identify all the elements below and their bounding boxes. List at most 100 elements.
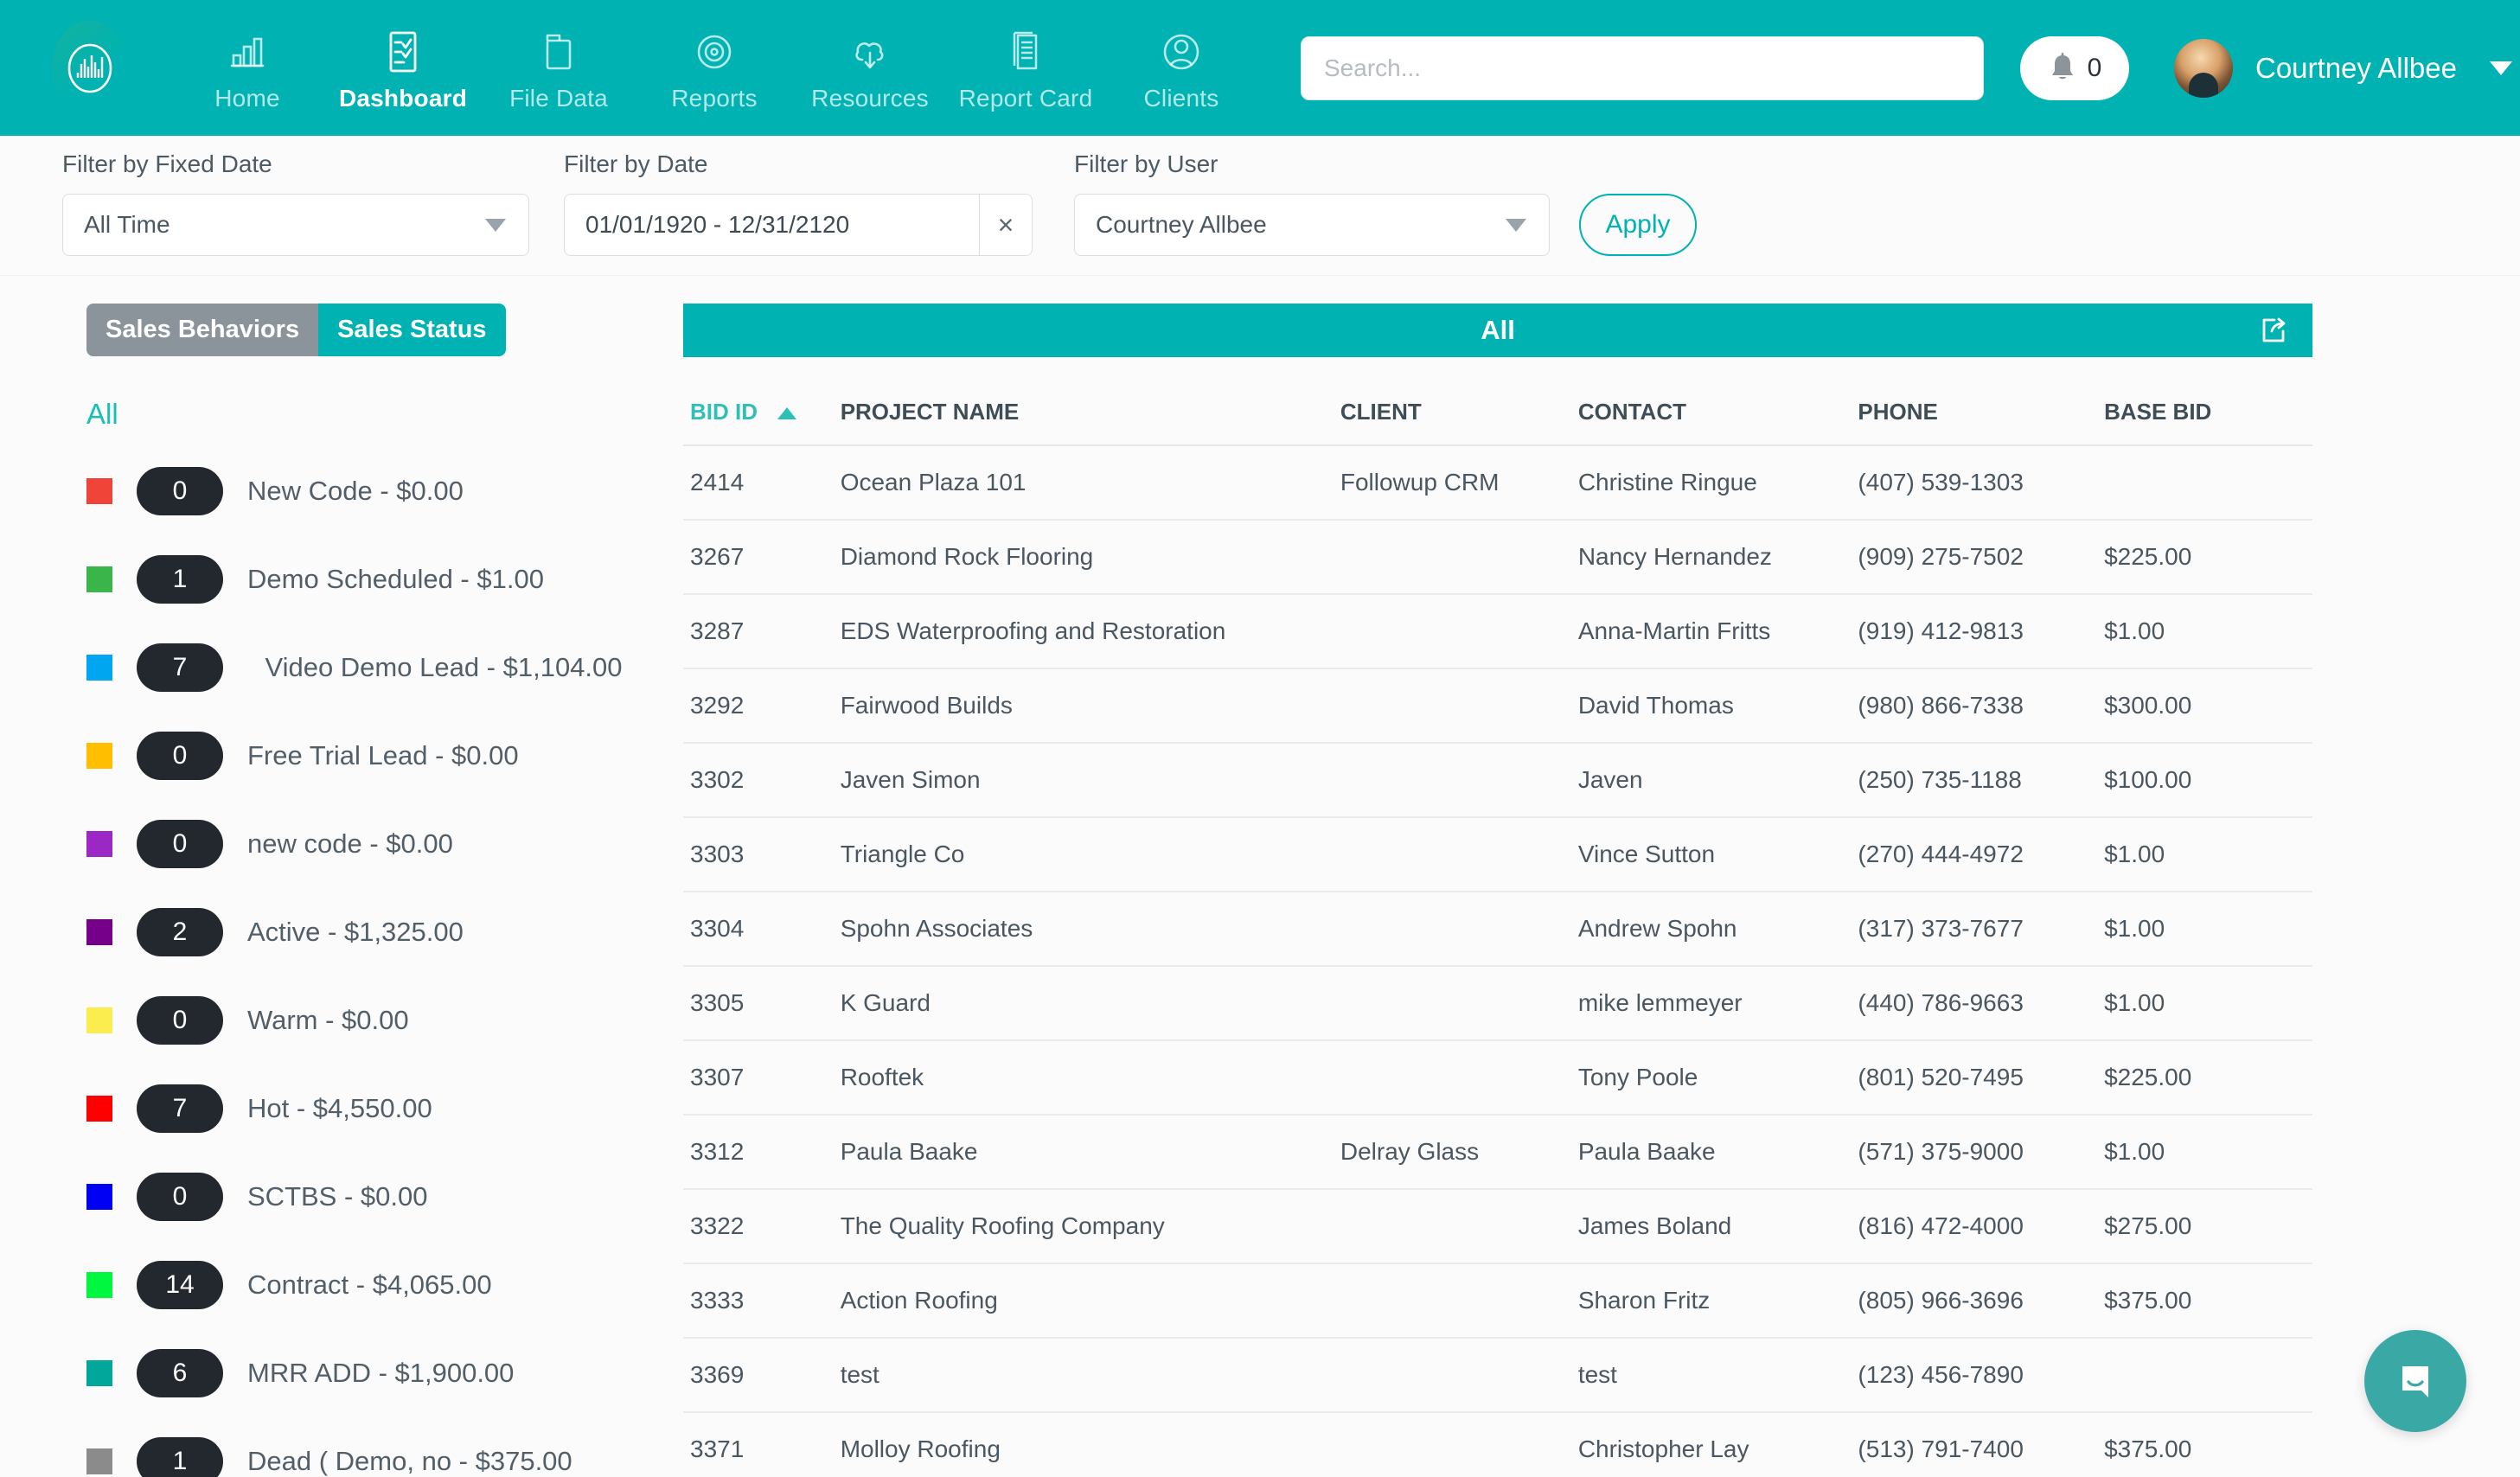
legend-count-badge: 7 — [137, 1084, 223, 1133]
cell-bid: 3307 — [683, 1040, 841, 1116]
legend-item[interactable]: 7 Hot - $4,550.00 — [86, 1084, 640, 1133]
cell-phone: (250) 735-1188 — [1858, 743, 2105, 818]
nav-item-clients[interactable]: Clients — [1103, 23, 1259, 112]
legend-item-label: MRR ADD - $1,900.00 — [247, 1358, 515, 1389]
table-row[interactable]: 3322 The Quality Roofing Company James Bol… — [683, 1189, 2312, 1264]
table-row[interactable]: 3292 Fairwood Builds David Thomas (980) 866… — [683, 668, 2312, 744]
column-header-contact[interactable]: CONTACT — [1577, 357, 1858, 446]
cell-base: $275.00 — [2104, 1189, 2312, 1264]
cell-phone: (407) 539-1303 — [1858, 445, 2105, 521]
cell-base — [2104, 445, 2312, 521]
apply-filters-button[interactable]: Apply — [1579, 194, 1697, 256]
bar-chart-circle-logo-icon — [67, 43, 112, 93]
nav-item-label: Dashboard — [338, 85, 468, 112]
cell-bid: 3333 — [683, 1263, 841, 1339]
table-row[interactable]: 3304 Spohn Associates Andrew Spohn (317) 37… — [683, 892, 2312, 967]
legend-item[interactable]: 0 Warm - $0.00 — [86, 996, 640, 1045]
cell-contact: Vince Sutton — [1577, 817, 1858, 892]
table-row[interactable]: 3307 Rooftek Tony Poole (801) 520-7495 $225.… — [683, 1040, 2312, 1116]
cell-base: $1.00 — [2104, 817, 2312, 892]
cell-client — [1340, 817, 1578, 892]
notifications-button[interactable]: 0 — [2020, 35, 2129, 100]
tab-sales-status[interactable]: Sales Status — [318, 304, 506, 356]
filter-date-input[interactable]: 01/01/1920 - 12/31/2120 — [564, 194, 979, 256]
legend-item-label: Video Demo Lead - $1,104.00 — [265, 652, 623, 683]
cell-client — [1340, 1263, 1578, 1339]
table-row[interactable]: 3303 Triangle Co Vince Sutton (270) 444-497… — [683, 817, 2312, 892]
filter-fixed-date-select[interactable]: All Time — [62, 194, 529, 256]
legend-item[interactable]: 0 new code - $0.00 — [86, 820, 640, 868]
cell-contact: David Thomas — [1577, 668, 1858, 744]
user-menu[interactable]: Courtney Allbee — [2174, 38, 2512, 98]
legend-item-label: Demo Scheduled - $1.00 — [247, 564, 544, 595]
legend-item[interactable]: 0 New Code - $0.00 — [86, 467, 640, 515]
legend-all-link[interactable]: All — [86, 398, 640, 431]
cell-project: Paula Baake — [840, 1115, 1340, 1190]
table-row[interactable]: 3369 test test (123) 456-7890 — [683, 1338, 2312, 1413]
cell-base: $1.00 — [2104, 966, 2312, 1041]
cloud-download-icon — [847, 27, 892, 77]
table-row[interactable]: 3302 Javen Simon Javen (250) 735-1188 $100.0… — [683, 743, 2312, 818]
legend-item[interactable]: 6 MRR ADD - $1,900.00 — [86, 1349, 640, 1397]
cell-client — [1340, 1040, 1578, 1116]
table-row[interactable]: 3312 Paula Baake Delray Glass Paula Baake (5… — [683, 1115, 2312, 1190]
legend-color-swatch — [86, 919, 112, 945]
table-row[interactable]: 3333 Action Roofing Sharon Fritz (805) 966-… — [683, 1263, 2312, 1339]
nav-item-reports[interactable]: Reports — [636, 23, 792, 112]
column-header-bid-id[interactable]: BID ID — [683, 357, 841, 446]
folder-icon — [538, 27, 579, 77]
chat-bubble-icon — [2402, 1366, 2428, 1397]
cell-project: Molloy Roofing — [840, 1412, 1340, 1477]
legend-color-swatch — [86, 1007, 112, 1033]
legend-item[interactable]: 7 Video Demo Lead - $1,104.00 — [86, 643, 640, 692]
legend-color-swatch — [86, 478, 112, 504]
cell-project: Triangle Co — [840, 817, 1340, 892]
table-row[interactable]: 3371 Molloy Roofing Christopher Lay (513) 7… — [683, 1412, 2312, 1477]
cell-contact: Tony Poole — [1577, 1040, 1858, 1116]
column-header-phone[interactable]: PHONE — [1858, 357, 2105, 446]
legend-item[interactable]: 14 Contract - $4,065.00 — [86, 1261, 640, 1309]
nav-item-report-card[interactable]: Report Card — [948, 23, 1103, 112]
search-container — [1301, 35, 1984, 100]
clear-date-button[interactable]: × — [979, 194, 1033, 256]
filter-user-label: Filter by User — [1074, 150, 1218, 177]
legend-item[interactable]: 1 Dead ( Demo, no - $375.00 — [86, 1437, 640, 1477]
cell-base: $375.00 — [2104, 1263, 2312, 1339]
filter-fixed-date-label: Filter by Fixed Date — [62, 150, 272, 177]
column-header-project-name[interactable]: PROJECT NAME — [840, 357, 1340, 446]
nav-item-label: Home — [214, 85, 280, 112]
share-export-icon[interactable] — [2257, 314, 2290, 347]
filter-user-select[interactable]: Courtney Allbee — [1074, 194, 1550, 256]
chevron-down-icon — [485, 218, 506, 232]
app-logo[interactable] — [52, 19, 128, 117]
table-row[interactable]: 3287 EDS Waterproofing and Restoration Ann… — [683, 594, 2312, 669]
cell-base — [2104, 1338, 2312, 1413]
table-header-bar: All — [683, 304, 2312, 357]
column-header-client[interactable]: CLIENT — [1340, 357, 1578, 446]
table-row[interactable]: 2414 Ocean Plaza 101 Followup CRM Christine… — [683, 445, 2312, 521]
legend-color-swatch — [86, 1184, 112, 1210]
bell-icon — [2051, 52, 2073, 79]
legend-item[interactable]: 0 Free Trial Lead - $0.00 — [86, 732, 640, 780]
nav-item-file-data[interactable]: File Data — [481, 23, 636, 112]
cell-phone: (123) 456-7890 — [1858, 1338, 2105, 1413]
legend-item[interactable]: 2 Active - $1,325.00 — [86, 908, 640, 956]
table-row[interactable]: 3267 Diamond Rock Flooring Nancy Hernandez… — [683, 520, 2312, 595]
nav-item-dashboard[interactable]: Dashboard — [325, 23, 481, 112]
cell-bid: 3305 — [683, 966, 841, 1041]
legend-item[interactable]: 1 Demo Scheduled - $1.00 — [86, 555, 640, 604]
cell-phone: (980) 866-7338 — [1858, 668, 2105, 744]
cell-project: Fairwood Builds — [840, 668, 1340, 744]
table-row[interactable]: 3305 K Guard mike lemmeyer (440) 786-9663 $1… — [683, 966, 2312, 1041]
nav-item-label: Report Card — [958, 85, 1093, 112]
legend-item-label: SCTBS - $0.00 — [247, 1181, 428, 1212]
nav-item-home[interactable]: Home — [169, 23, 325, 112]
tab-sales-behaviors[interactable]: Sales Behaviors — [86, 304, 319, 356]
column-header-base-bid[interactable]: BASE BID — [2104, 357, 2312, 446]
search-input[interactable] — [1301, 35, 1984, 100]
nav-item-resources[interactable]: Resources — [792, 23, 948, 112]
cell-project: Spohn Associates — [840, 892, 1340, 967]
chat-widget-button[interactable] — [2364, 1330, 2466, 1432]
sort-asc-icon — [777, 407, 797, 420]
legend-item[interactable]: 0 SCTBS - $0.00 — [86, 1173, 640, 1221]
